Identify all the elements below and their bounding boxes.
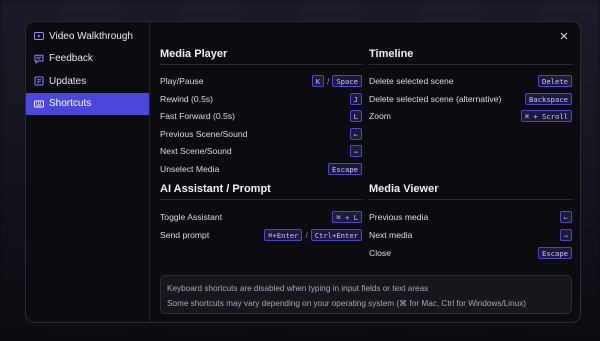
info-note: Keyboard shortcuts are disabled when typ… <box>160 275 572 314</box>
shortcut-row: Previous media ← <box>369 210 572 224</box>
key-separator: / <box>327 76 330 86</box>
feedback-icon <box>34 54 44 64</box>
sidebar: Video Walkthrough Feedback Updates Short… <box>26 22 150 322</box>
shortcut-row: Next Scene/Sound → <box>160 144 362 158</box>
key-badge: Backspace <box>525 92 572 105</box>
sidebar-item-label: Feedback <box>49 53 93 64</box>
shortcut-keys: ← <box>559 211 572 223</box>
shortcut-keys: Escape <box>328 162 362 175</box>
shortcut-label: Zoom <box>369 111 391 121</box>
shortcut-label: Delete selected scene <box>369 76 454 86</box>
close-icon <box>560 32 568 40</box>
key-badge: Space <box>332 75 362 87</box>
shortcut-row: Next media → <box>369 228 572 242</box>
key-badge: ⌘ + Scroll <box>520 110 572 122</box>
divider <box>369 199 573 200</box>
shortcut-label: Next media <box>369 230 413 240</box>
shortcut-keys: ⌘+Enter / Ctrl+Enter <box>264 229 362 241</box>
shortcut-keys: ← <box>349 127 362 140</box>
key-badge: J <box>349 92 362 105</box>
shortcut-label: Previous Scene/Sound <box>160 128 248 139</box>
sidebar-item-updates[interactable]: Updates <box>26 70 149 92</box>
shortcut-keys: ⌘ + Scroll <box>520 110 572 122</box>
shortcut-label: Previous media <box>369 212 429 222</box>
shortcut-keys: L <box>349 110 362 122</box>
key-badge: → <box>559 229 572 241</box>
sidebar-item-video-walkthrough[interactable]: Video Walkthrough <box>26 25 149 47</box>
shortcut-keys: Delete <box>538 75 572 87</box>
key-badge: ⌘+Enter <box>264 229 303 241</box>
shortcut-row: Delete selected scene (alternative) Back… <box>369 92 572 106</box>
shortcut-label: Delete selected scene (alternative) <box>369 93 502 104</box>
key-badge: Ctrl+Enter <box>310 229 362 241</box>
key-badge: Escape <box>538 247 572 259</box>
key-badge: K <box>311 75 325 87</box>
sidebar-item-label: Shortcuts <box>49 98 92 109</box>
shortcut-keys: J <box>349 92 362 105</box>
divider <box>160 199 363 200</box>
sidebar-item-shortcuts[interactable]: Shortcuts <box>26 92 149 115</box>
note-line: Some shortcuts may vary depending on you… <box>167 299 527 308</box>
shortcut-row: Play/Pause K / Space <box>160 74 362 88</box>
divider <box>369 64 573 65</box>
video-icon <box>34 31 44 41</box>
shortcut-label: Play/Pause <box>160 76 204 86</box>
shortcut-row: Rewind (0.5s) J <box>160 92 362 106</box>
shortcut-label: Next Scene/Sound <box>160 146 232 156</box>
shortcut-keys: K / Space <box>311 75 362 87</box>
shortcut-label: Rewind (0.5s) <box>160 93 214 104</box>
sidebar-item-label: Video Walkthrough <box>49 30 133 42</box>
key-badge: Escape <box>328 162 362 175</box>
key-badge: → <box>349 145 362 157</box>
key-separator: / <box>305 230 308 240</box>
key-badge: L <box>349 110 362 122</box>
shortcut-row: Close Escape <box>369 246 572 260</box>
section-title-media-viewer: Media Viewer <box>369 183 439 195</box>
shortcut-row: Unselect Media Escape <box>160 162 362 176</box>
shortcut-label: Send prompt <box>160 230 210 240</box>
key-badge: ← <box>349 127 362 140</box>
shortcut-keys: ⌘ + L <box>332 211 362 223</box>
section-title-ai-assistant: AI Assistant / Prompt <box>160 183 271 195</box>
shortcut-keys: → <box>559 229 572 241</box>
shortcut-row: Previous Scene/Sound ← <box>160 127 362 141</box>
section-title-media-player: Media Player <box>160 48 228 60</box>
close-button[interactable] <box>556 28 572 44</box>
shortcut-row: Zoom ⌘ + Scroll <box>369 109 572 123</box>
updates-icon <box>34 76 44 86</box>
keyboard-icon <box>34 99 44 109</box>
shortcut-row: Delete selected scene Delete <box>369 74 572 88</box>
note-line: Keyboard shortcuts are disabled when typ… <box>167 284 429 293</box>
key-badge: Delete <box>538 75 572 87</box>
shortcut-keys: Backspace <box>525 92 572 105</box>
key-badge: ← <box>559 211 572 223</box>
shortcut-row: Fast Forward (0.5s) L <box>160 109 362 123</box>
sidebar-item-label: Updates <box>49 75 87 87</box>
shortcut-row: Send prompt ⌘+Enter / Ctrl+Enter <box>160 228 362 242</box>
shortcut-label: Fast Forward (0.5s) <box>160 111 235 121</box>
shortcut-row: Toggle Assistant ⌘ + L <box>160 210 362 224</box>
shortcut-keys: Escape <box>538 247 572 259</box>
shortcut-keys: → <box>349 145 362 157</box>
sidebar-item-feedback[interactable]: Feedback <box>26 48 149 70</box>
divider <box>160 64 363 65</box>
key-badge: ⌘ + L <box>332 211 362 223</box>
shortcut-label: Unselect Media <box>160 163 220 174</box>
shortcut-label: Toggle Assistant <box>160 212 223 222</box>
section-title-timeline: Timeline <box>369 48 414 60</box>
shortcut-label: Close <box>369 248 391 258</box>
shortcuts-modal: Video Walkthrough Feedback Updates Short… <box>25 21 581 323</box>
